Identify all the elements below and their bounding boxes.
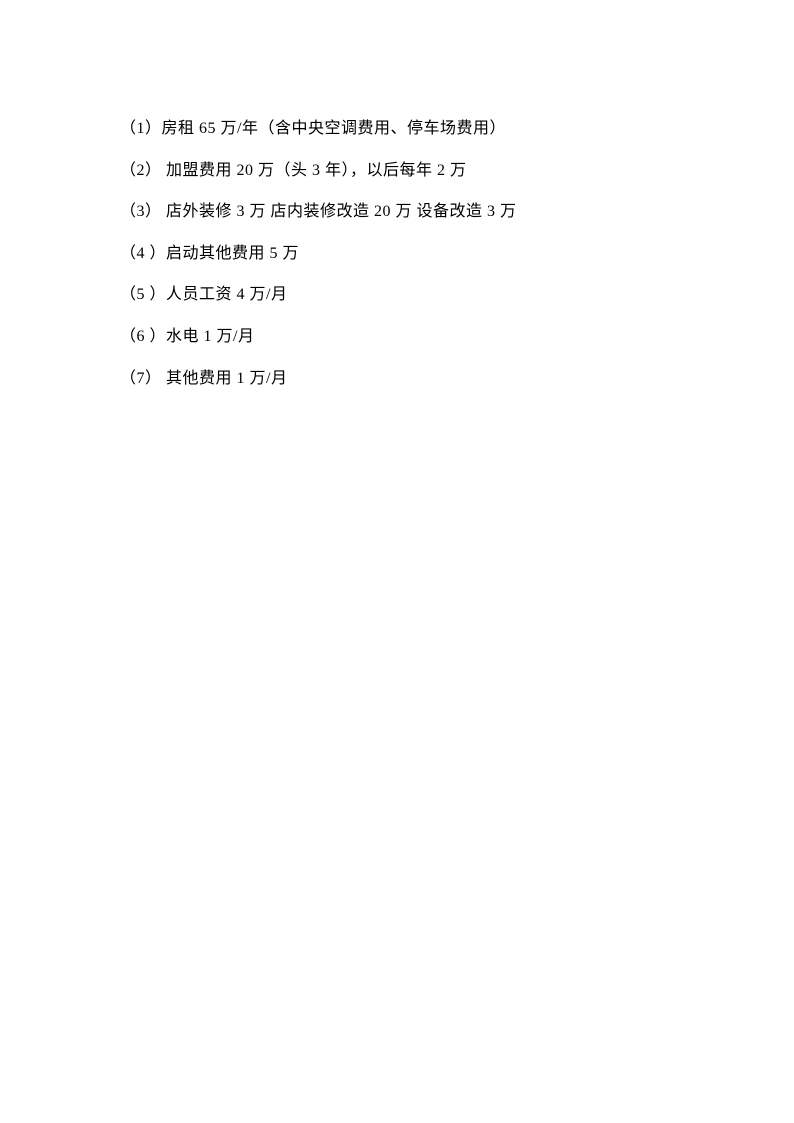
list-item: （5 ）人员工资 4 万/月	[120, 274, 684, 316]
document-body: （1）房租 65 万/年（含中央空调费用、停车场费用） （2） 加盟费用 20 …	[120, 108, 684, 399]
list-item: （7） 其他费用 1 万/月	[120, 358, 684, 400]
list-item: （4 ）启动其他费用 5 万	[120, 233, 684, 275]
list-item: （3） 店外装修 3 万 店内装修改造 20 万 设备改造 3 万	[120, 191, 684, 233]
list-item: （1）房租 65 万/年（含中央空调费用、停车场费用）	[120, 108, 684, 150]
list-item: （6 ）水电 1 万/月	[120, 316, 684, 358]
list-item: （2） 加盟费用 20 万（头 3 年），以后每年 2 万	[120, 150, 684, 192]
